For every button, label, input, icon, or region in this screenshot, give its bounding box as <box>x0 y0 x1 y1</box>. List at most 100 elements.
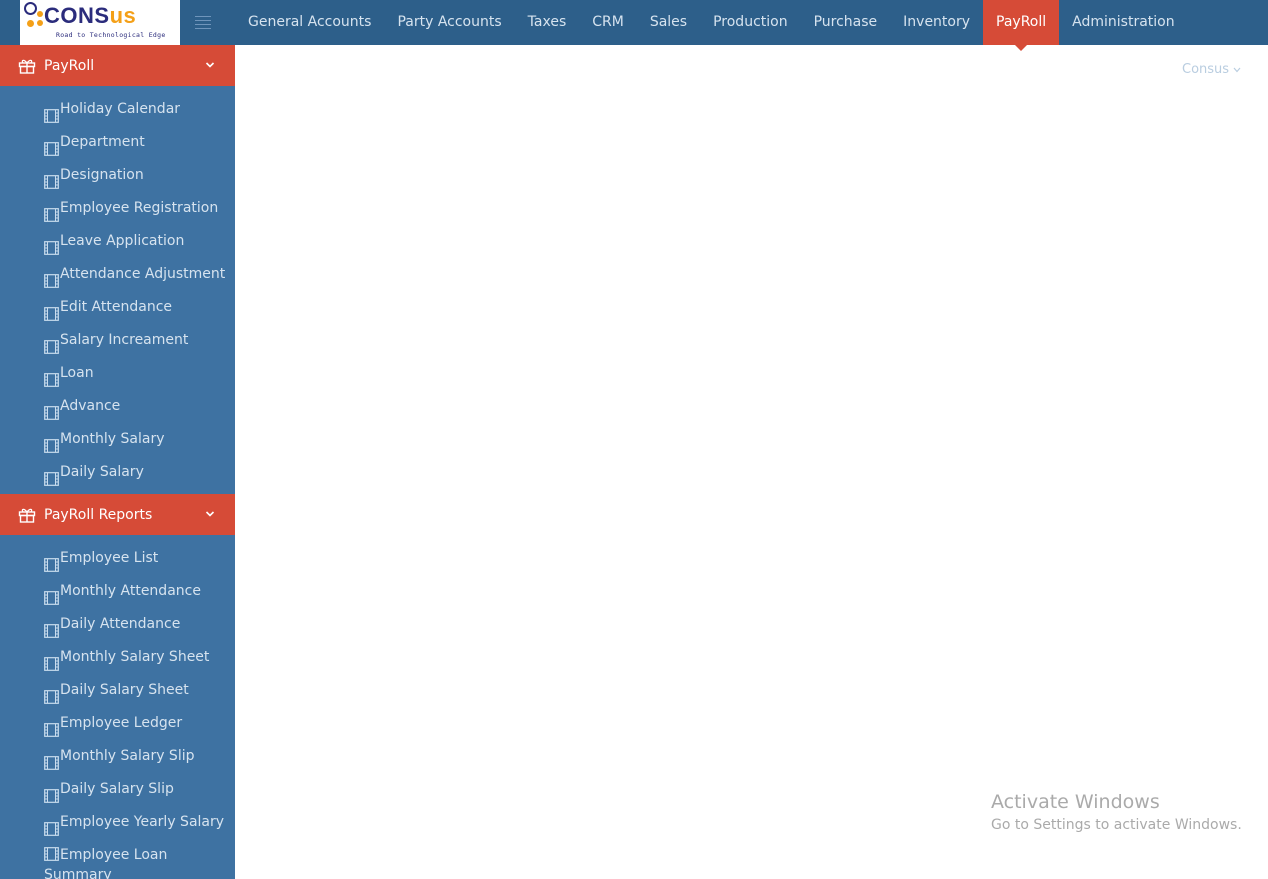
sidebar-item-daily-salary[interactable]: Daily Salary <box>0 456 235 489</box>
logo-text-accent: us <box>109 3 137 28</box>
sidebar-list-payroll: Holiday Calendar Department Designation Emp… <box>0 86 235 494</box>
sidebar-item-label: Monthly Salary Slip <box>60 748 195 764</box>
hamburger-menu-icon[interactable] <box>195 16 211 29</box>
chevron-down-icon <box>1233 67 1241 73</box>
sidebar-item-label: Employee Yearly Salary <box>60 814 225 830</box>
user-menu-dropdown[interactable]: Consus <box>1182 62 1241 77</box>
film-icon <box>44 169 59 189</box>
sidebar-item-label: Daily Salary <box>60 464 144 480</box>
nav-item-party-accounts[interactable]: Party Accounts <box>384 0 514 45</box>
sidebar-item-loan[interactable]: Loan <box>0 357 235 390</box>
sidebar-item-label: Daily Salary Sheet <box>60 682 189 698</box>
nav-item-production[interactable]: Production <box>700 0 800 45</box>
sidebar-item-label: Daily Salary Slip <box>60 781 174 797</box>
sidebar-item-salary-increament[interactable]: Salary Increament <box>0 324 235 357</box>
nav-item-inventory[interactable]: Inventory <box>890 0 983 45</box>
film-icon <box>44 334 59 354</box>
film-icon <box>44 268 59 288</box>
main-nav: General Accounts Party Accounts Taxes CRM Sa… <box>235 0 1188 51</box>
film-icon <box>44 552 59 572</box>
sidebar: PayRoll Holiday Calendar Department Designa… <box>0 45 235 879</box>
nav-item-purchase[interactable]: Purchase <box>801 0 891 45</box>
nav-item-general-accounts[interactable]: General Accounts <box>235 0 384 45</box>
nav-item-sales[interactable]: Sales <box>637 0 700 45</box>
sidebar-item-employee-yearly-salary[interactable]: Employee Yearly Salary <box>0 806 235 839</box>
film-icon <box>44 816 59 836</box>
logo-text-main: CONS <box>44 3 110 28</box>
logo-text: CONSus <box>44 3 136 29</box>
film-icon <box>44 235 59 255</box>
film-icon <box>44 717 59 737</box>
sidebar-item-attendance-adjustment[interactable]: Attendance Adjustment <box>0 258 235 291</box>
user-menu-label: Consus <box>1182 62 1230 77</box>
sidebar-item-label: Edit Attendance <box>60 299 173 315</box>
sidebar-item-holiday-calendar[interactable]: Holiday Calendar <box>0 93 235 126</box>
watermark-title: Activate Windows <box>991 791 1160 813</box>
consus-logo[interactable]: CONSus Road to Technological Edge <box>20 0 180 45</box>
sidebar-item-label: Employee Loan Summary <box>44 847 168 879</box>
sidebar-item-designation[interactable]: Designation <box>0 159 235 192</box>
sidebar-item-label: Salary Increament <box>60 332 189 348</box>
sidebar-item-monthly-attendance[interactable]: Monthly Attendance <box>0 575 235 608</box>
film-icon <box>44 783 59 803</box>
film-icon <box>44 400 59 420</box>
sidebar-section-payroll[interactable]: PayRoll <box>0 45 235 86</box>
logo-ring-icon <box>24 2 37 15</box>
sidebar-list-payroll-reports: Employee List Monthly Attendance Daily Att… <box>0 535 235 879</box>
logo-dot-icon <box>27 20 34 27</box>
film-icon <box>44 618 59 638</box>
nav-item-taxes[interactable]: Taxes <box>515 0 580 45</box>
sidebar-item-label: Monthly Salary Sheet <box>60 649 210 665</box>
sidebar-item-label: Designation <box>60 167 144 183</box>
sidebar-item-daily-salary-sheet[interactable]: Daily Salary Sheet <box>0 674 235 707</box>
logo-dot-icon <box>37 11 43 17</box>
sidebar-item-label: Employee Ledger <box>60 715 183 731</box>
sidebar-item-label: Daily Attendance <box>60 616 181 632</box>
watermark-subtitle: Go to Settings to activate Windows. <box>991 817 1242 833</box>
film-icon <box>44 367 59 387</box>
sidebar-item-monthly-salary-sheet[interactable]: Monthly Salary Sheet <box>0 641 235 674</box>
film-icon <box>44 684 59 704</box>
sidebar-item-advance[interactable]: Advance <box>0 390 235 423</box>
sidebar-item-daily-salary-slip[interactable]: Daily Salary Slip <box>0 773 235 806</box>
gift-icon <box>18 58 36 74</box>
chevron-down-icon[interactable] <box>205 507 215 517</box>
sidebar-item-employee-loan-summary[interactable]: Employee Loan Summary <box>0 839 174 879</box>
sidebar-item-label: Monthly Salary <box>60 431 165 447</box>
sidebar-item-employee-ledger[interactable]: Employee Ledger <box>0 707 235 740</box>
logo-dot-icon <box>37 20 43 26</box>
sidebar-item-label: Employee Registration <box>60 200 219 216</box>
film-icon <box>44 585 59 605</box>
section-title: PayRoll Reports <box>44 506 153 523</box>
sidebar-item-label: Department <box>60 134 145 150</box>
film-icon <box>44 202 59 222</box>
nav-item-administration[interactable]: Administration <box>1059 0 1187 45</box>
sidebar-item-label: Loan <box>60 365 94 381</box>
nav-item-payroll[interactable]: PayRoll <box>983 0 1060 51</box>
sidebar-item-department[interactable]: Department <box>0 126 235 159</box>
film-icon <box>44 466 59 486</box>
gift-icon <box>18 507 36 523</box>
windows-activation-watermark: Activate Windows Go to Settings to activ… <box>991 790 1242 836</box>
sidebar-item-monthly-salary-slip[interactable]: Monthly Salary Slip <box>0 740 235 773</box>
sidebar-item-label: Monthly Attendance <box>60 583 201 599</box>
film-icon <box>44 301 59 321</box>
sidebar-item-employee-list[interactable]: Employee List <box>0 542 235 575</box>
top-navbar: CONSus Road to Technological Edge Genera… <box>0 0 1268 51</box>
sidebar-item-label: Holiday Calendar <box>60 101 181 117</box>
sidebar-item-leave-application[interactable]: Leave Application <box>0 225 235 258</box>
sidebar-item-label: Advance <box>60 398 121 414</box>
sidebar-item-label: Employee List <box>60 550 159 566</box>
film-icon <box>44 103 59 123</box>
film-icon <box>44 750 59 770</box>
sidebar-item-monthly-salary[interactable]: Monthly Salary <box>0 423 235 456</box>
sidebar-item-daily-attendance[interactable]: Daily Attendance <box>0 608 235 641</box>
sidebar-item-employee-registration[interactable]: Employee Registration <box>0 192 235 225</box>
logo-tagline: Road to Technological Edge <box>56 31 166 39</box>
chevron-down-icon[interactable] <box>205 58 215 68</box>
film-icon <box>44 651 59 671</box>
nav-item-crm[interactable]: CRM <box>579 0 637 45</box>
film-icon <box>44 847 59 861</box>
sidebar-section-payroll-reports[interactable]: PayRoll Reports <box>0 494 235 535</box>
sidebar-item-edit-attendance[interactable]: Edit Attendance <box>0 291 235 324</box>
